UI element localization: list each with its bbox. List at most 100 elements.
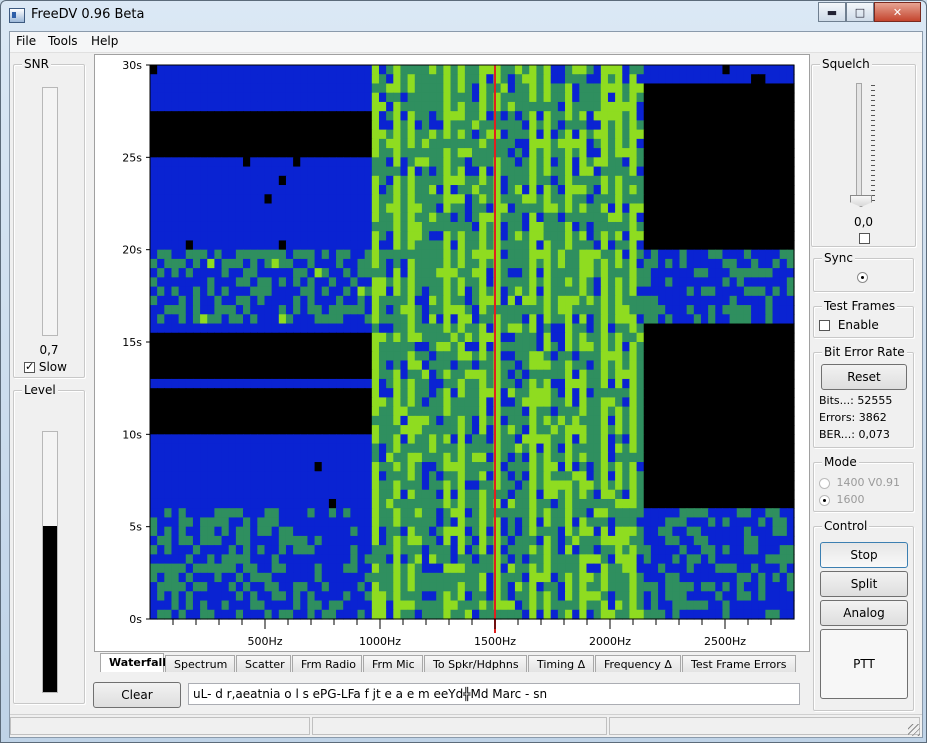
waterfall-cell — [636, 175, 645, 186]
waterfall-cell — [779, 452, 788, 463]
waterfall-cell — [328, 535, 337, 546]
waterfall-cell — [357, 175, 366, 186]
waterfall-cell — [736, 129, 745, 140]
waterfall-cell — [300, 166, 309, 177]
waterfall-cell — [751, 563, 759, 574]
waterfall-cell — [307, 148, 316, 158]
waterfall-cell — [164, 101, 173, 112]
waterfall-cell — [565, 203, 573, 214]
menu-help[interactable]: Help — [91, 34, 118, 48]
waterfall-cell — [436, 83, 444, 94]
waterfall-cell — [164, 342, 173, 352]
waterfall-cell — [650, 342, 659, 352]
waterfall-cell — [715, 74, 724, 85]
waterfall-cell — [214, 508, 223, 519]
waterfall-cell — [407, 258, 416, 269]
waterfall-cell — [357, 258, 366, 269]
waterfall-cell — [708, 231, 716, 242]
waterfall-cell — [500, 212, 509, 223]
waterfall-cell — [600, 138, 609, 149]
close-button[interactable]: ✕ — [874, 2, 921, 22]
waterfall-cell — [328, 305, 337, 315]
waterfall-cell — [164, 138, 173, 149]
waterfall-cell — [429, 268, 437, 278]
waterfall-cell — [443, 378, 452, 389]
waterfall-cell — [164, 462, 173, 472]
waterfall-cell — [328, 415, 337, 426]
waterfall-cell — [414, 498, 423, 509]
waterfall-cell — [522, 369, 530, 380]
waterfall-cell — [171, 480, 180, 491]
waterfall-cell — [164, 185, 173, 195]
waterfall-cell — [514, 563, 523, 574]
waterfall-cell — [572, 554, 580, 565]
waterfall-cell — [364, 535, 373, 546]
waterfall-cell — [693, 563, 702, 574]
waterfall-cell — [586, 111, 595, 121]
waterfall-cell — [786, 74, 795, 85]
waterfall-cell — [786, 166, 795, 177]
waterfall-cell — [243, 212, 251, 223]
waterfall-cell — [700, 342, 709, 352]
waterfall-cell — [336, 452, 344, 463]
menu-tools[interactable]: Tools — [48, 34, 78, 48]
waterfall-cell — [235, 240, 244, 251]
waterfall-cell — [729, 489, 738, 500]
waterfall-cell — [600, 342, 609, 352]
waterfall-cell — [443, 185, 452, 195]
title-bar[interactable]: FreeDV 0.96 Beta ▬ □ ✕ — [1, 1, 926, 31]
menu-file[interactable]: File — [16, 34, 36, 48]
waterfall-cell — [264, 166, 273, 177]
waterfall-cell — [615, 65, 623, 75]
waterfall-cell — [729, 526, 738, 537]
waterfall-cell — [500, 332, 509, 343]
waterfall-cell — [407, 314, 416, 325]
waterfall-cell — [507, 443, 516, 454]
waterfall-cell — [514, 305, 523, 315]
waterfall-cell — [729, 286, 738, 297]
waterfall-cell — [643, 443, 652, 454]
waterfall-cell — [178, 471, 187, 482]
waterfall-cell — [722, 369, 731, 380]
waterfall-cell — [643, 231, 652, 242]
minimize-button[interactable]: ▬ — [818, 2, 846, 22]
waterfall-cell — [235, 120, 244, 131]
waterfall-cell — [350, 305, 359, 315]
waterfall-cell — [357, 166, 366, 177]
waterfall-cell — [421, 415, 430, 426]
waterfall-cell — [200, 471, 208, 482]
waterfall-cell — [443, 148, 452, 158]
waterfall-cell — [514, 369, 523, 380]
waterfall-cell — [715, 65, 724, 75]
waterfall-cell — [679, 443, 688, 454]
maximize-button[interactable]: □ — [846, 2, 874, 22]
waterfall-cell — [486, 129, 495, 140]
waterfall-chart[interactable]: 0s5s10s15s20s25s30s500Hz 1000Hz 1500Hz 2000… — [95, 55, 809, 651]
waterfall-cell — [715, 138, 724, 149]
waterfall-cell — [686, 175, 695, 186]
waterfall-cell — [357, 452, 366, 463]
waterfall-cell — [171, 342, 180, 352]
waterfall-cell — [243, 138, 251, 149]
waterfall-cell — [700, 185, 709, 195]
waterfall-cell — [765, 92, 774, 103]
waterfall-cell — [679, 545, 688, 555]
waterfall-cell — [178, 286, 187, 297]
waterfall-cell — [636, 101, 645, 112]
waterfall-cell — [393, 240, 402, 251]
waterfall-cell — [157, 249, 165, 260]
waterfall-cell — [636, 462, 645, 472]
waterfall-cell — [150, 101, 158, 112]
waterfall-cell — [522, 92, 530, 103]
waterfall-cell — [436, 138, 444, 149]
waterfall-cell — [643, 415, 652, 426]
waterfall-cell — [257, 212, 266, 223]
waterfall-cell — [514, 74, 523, 85]
waterfall-cell — [457, 452, 466, 463]
waterfall-cell — [357, 286, 366, 297]
waterfall-cell — [672, 295, 681, 306]
snr-slow-checkbox[interactable] — [24, 360, 35, 373]
waterfall-cell — [200, 74, 208, 85]
waterfall-cell — [765, 258, 774, 269]
waterfall-cell — [593, 194, 602, 205]
